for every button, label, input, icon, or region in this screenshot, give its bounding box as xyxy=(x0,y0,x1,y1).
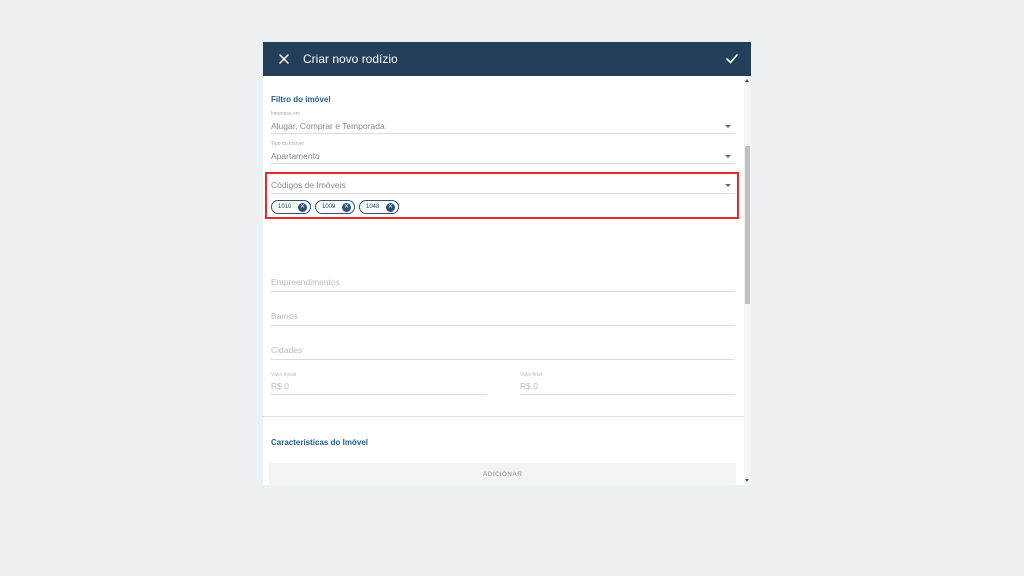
cities-placeholder: Cidades xyxy=(271,345,303,355)
chevron-down-icon xyxy=(725,125,731,128)
dialog-header: Criar novo rodízio xyxy=(263,42,751,76)
section-divider xyxy=(263,416,744,417)
add-feature-button[interactable]: ADICIONAR xyxy=(269,463,736,485)
developments-input[interactable]: Empreendimentos xyxy=(271,276,735,292)
section-title-filtro: Filtro do imóvel xyxy=(271,95,331,104)
dialog-content: Filtro do imóvel Interesse em Alugar, Co… xyxy=(263,76,744,485)
property-type-value: Apartamento xyxy=(271,151,320,161)
min-value-input[interactable]: Valor inicial R$ 0 xyxy=(271,371,487,395)
max-value-label: Valor final xyxy=(520,372,542,378)
neighborhoods-placeholder: Bairros xyxy=(271,311,298,321)
create-rotation-dialog: Criar novo rodízio Filtro do imóvel Inte… xyxy=(263,42,751,485)
interest-value: Alugar, Comprar e Temporada xyxy=(271,121,385,131)
max-value-value: R$ 0 xyxy=(520,381,538,391)
chip-remove-icon[interactable]: ✕ xyxy=(386,202,395,212)
cities-input[interactable]: Cidades xyxy=(271,344,735,360)
developments-placeholder: Empreendimentos xyxy=(271,277,340,287)
close-button[interactable] xyxy=(273,48,295,70)
scrollbar-thumb[interactable] xyxy=(745,146,750,304)
chip-remove-icon[interactable]: ✕ xyxy=(298,202,307,212)
section-title-caracteristicas: Características do Imóvel xyxy=(271,438,368,447)
check-icon xyxy=(726,54,738,64)
neighborhoods-input[interactable]: Bairros xyxy=(271,310,735,326)
max-value-input[interactable]: Valor final R$ 0 xyxy=(520,371,735,395)
dialog-title: Criar novo rodízio xyxy=(303,52,398,66)
interest-label: Interesse em xyxy=(271,111,300,117)
interest-select[interactable]: Interesse em Alugar, Comprar e Temporada xyxy=(271,110,735,134)
scroll-down-icon[interactable] xyxy=(745,479,749,482)
chip-code[interactable]: 1010 ✕ xyxy=(271,200,311,214)
close-icon xyxy=(279,54,289,64)
min-value-value: R$ 0 xyxy=(271,381,289,391)
scroll-up-icon[interactable] xyxy=(745,79,749,82)
chip-code[interactable]: 1009 ✕ xyxy=(315,200,355,214)
chevron-down-icon xyxy=(725,155,731,158)
min-value-label: Valor inicial xyxy=(271,372,297,378)
property-type-label: Tipo do Imóvel xyxy=(271,141,304,147)
chip-code[interactable]: 1048 ✕ xyxy=(359,200,399,214)
confirm-button[interactable] xyxy=(721,48,743,70)
dialog-scrollbar[interactable] xyxy=(744,76,751,485)
chip-remove-icon[interactable]: ✕ xyxy=(342,202,351,212)
property-type-select[interactable]: Tipo do Imóvel Apartamento xyxy=(271,140,735,164)
